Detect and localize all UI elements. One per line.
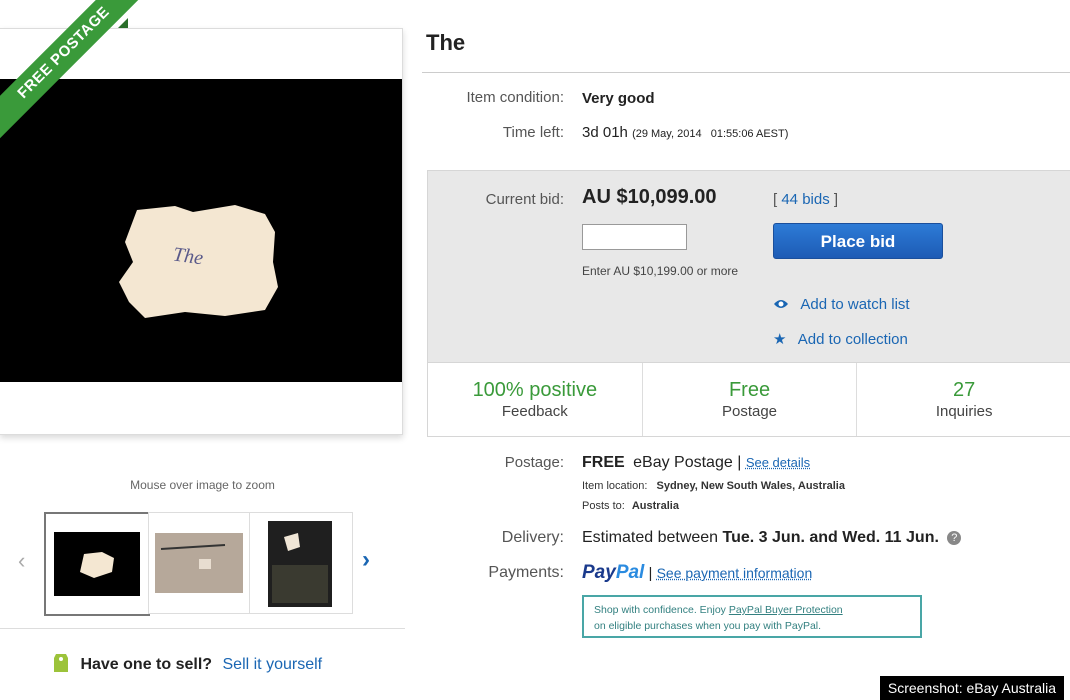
paper-scrap-image: The [119, 205, 278, 318]
price-tag-icon [54, 654, 68, 672]
thumbnail-paper-icon [80, 552, 114, 578]
delivery-end: Wed. 11 Jun. [842, 529, 939, 546]
bid-count-link[interactable]: 44 bids [781, 191, 829, 208]
item-location: Item location: Sydney, New South Wales, … [582, 480, 845, 492]
collection-row[interactable]: ★ Add to collection [773, 330, 908, 348]
stat-feedback-value: 100% positive [472, 379, 598, 401]
posts-to: Posts to: Australia [582, 500, 679, 512]
stat-postage-label: Postage [721, 403, 778, 420]
bid-amount-input[interactable] [582, 224, 687, 250]
posts-to-label: Posts to: [582, 500, 625, 512]
main-image-card[interactable]: The [0, 28, 403, 435]
screenshot-credit: Screenshot: eBay Australia [879, 676, 1064, 700]
sell-it-yourself-link[interactable]: Sell it yourself [223, 656, 323, 673]
delivery-prefix: Estimated between [582, 529, 719, 546]
thumbnail-3[interactable] [249, 512, 353, 614]
postage-label: Postage: [504, 454, 564, 471]
condition-label: Item condition: [466, 89, 564, 106]
thumbnail-pencil-icon [160, 544, 226, 569]
posts-to-value: Australia [631, 500, 679, 512]
confidence-text-a: Shop with confidence. Enjoy [594, 604, 726, 616]
thumb-prev-chevron-icon[interactable]: ‹ [18, 548, 25, 574]
sell-row: Have one to sell? Sell it yourself [52, 650, 322, 674]
thumbnail-2[interactable] [148, 512, 252, 614]
delivery-value: Estimated between Tue. 3 Jun. and Wed. 1… [582, 529, 962, 547]
thumbnail-1[interactable] [44, 512, 150, 616]
paypal-protection-box: Shop with confidence. Enjoy PayPal Buyer… [582, 595, 922, 638]
item-location-value: Sydney, New South Wales, Australia [656, 480, 845, 492]
item-location-label: Item location: [582, 480, 648, 492]
bid-count-close: ] [833, 191, 839, 208]
stat-feedback-label: Feedback [501, 403, 568, 420]
see-details-link[interactable]: See details [746, 455, 810, 470]
seller-stats: 100% positive Feedback Free Postage 27 I… [427, 362, 1070, 437]
paypal-buyer-protection-link[interactable]: PayPal Buyer Protection [729, 604, 843, 616]
current-bid-amount: AU $10,099.00 [582, 186, 717, 208]
thumbnail-window-icon [272, 533, 328, 603]
bid-count: [ 44 bids ] [773, 191, 838, 208]
ribbon-tail [118, 18, 128, 28]
thumbnail-1-image [54, 532, 140, 596]
bid-hint: Enter AU $10,199.00 or more [582, 264, 739, 278]
payments-value: PayPal | See payment information [582, 562, 812, 584]
time-left-value: 3d 01h (29 May, 2014 01:55:06 AEST) [582, 124, 788, 141]
paypal-logo-pay: Pay [582, 562, 616, 583]
watch-list-row[interactable]: Add to watch list [773, 296, 910, 313]
zoom-hint: Mouse over image to zoom [130, 478, 275, 492]
paypal-logo-pal: Pal [615, 562, 645, 583]
thumb-next-chevron-icon[interactable]: › [362, 546, 370, 574]
time-left-label: Time left: [502, 124, 564, 141]
title-divider [422, 72, 1070, 73]
payments-label: Payments: [488, 564, 564, 581]
stat-postage-value: Free [728, 379, 771, 401]
eye-icon [774, 300, 788, 308]
stat-feedback[interactable]: 100% positive Feedback [428, 363, 643, 436]
item-photo[interactable]: The [0, 79, 402, 382]
star-icon: ★ [773, 331, 787, 348]
postage-separator: | [737, 454, 742, 471]
postage-free: FREE [582, 454, 625, 471]
stat-postage[interactable]: Free Postage [643, 363, 858, 436]
thumbnail-2-image [155, 533, 243, 593]
stat-inquiries[interactable]: 27 Inquiries [857, 363, 1070, 436]
bid-count-open: [ [773, 191, 778, 208]
delivery-start: Tue. 3 Jun. [722, 529, 805, 546]
confidence-text-b: on eligible purchases when you pay with … [594, 620, 822, 632]
stat-inquiries-value: 27 [953, 379, 976, 401]
add-to-watch-list-link[interactable]: Add to watch list [800, 296, 909, 313]
see-payment-information-link[interactable]: See payment information [657, 565, 813, 581]
time-left: 3d 01h [582, 124, 628, 141]
payments-separator: | [648, 565, 653, 582]
help-icon[interactable]: ? [947, 531, 962, 545]
thumbnail-3-image [268, 521, 332, 607]
sell-question: Have one to sell? [80, 656, 213, 673]
time-end: (29 May, 2014 01:55:06 AEST) [632, 128, 789, 140]
add-to-collection-link[interactable]: Add to collection [798, 331, 908, 348]
place-bid-button[interactable]: Place bid [773, 223, 943, 259]
item-title: The [426, 30, 466, 55]
stat-inquiries-label: Inquiries [935, 403, 993, 420]
current-bid-label: Current bid: [485, 191, 564, 208]
postage-service: eBay Postage [633, 454, 733, 471]
delivery-and: and [809, 529, 838, 546]
paper-note-text: The [172, 243, 205, 269]
sell-divider [0, 628, 405, 629]
postage-value: FREE eBay Postage | See details [582, 454, 810, 472]
delivery-label: Delivery: [501, 529, 564, 546]
condition-value: Very good [582, 90, 655, 107]
